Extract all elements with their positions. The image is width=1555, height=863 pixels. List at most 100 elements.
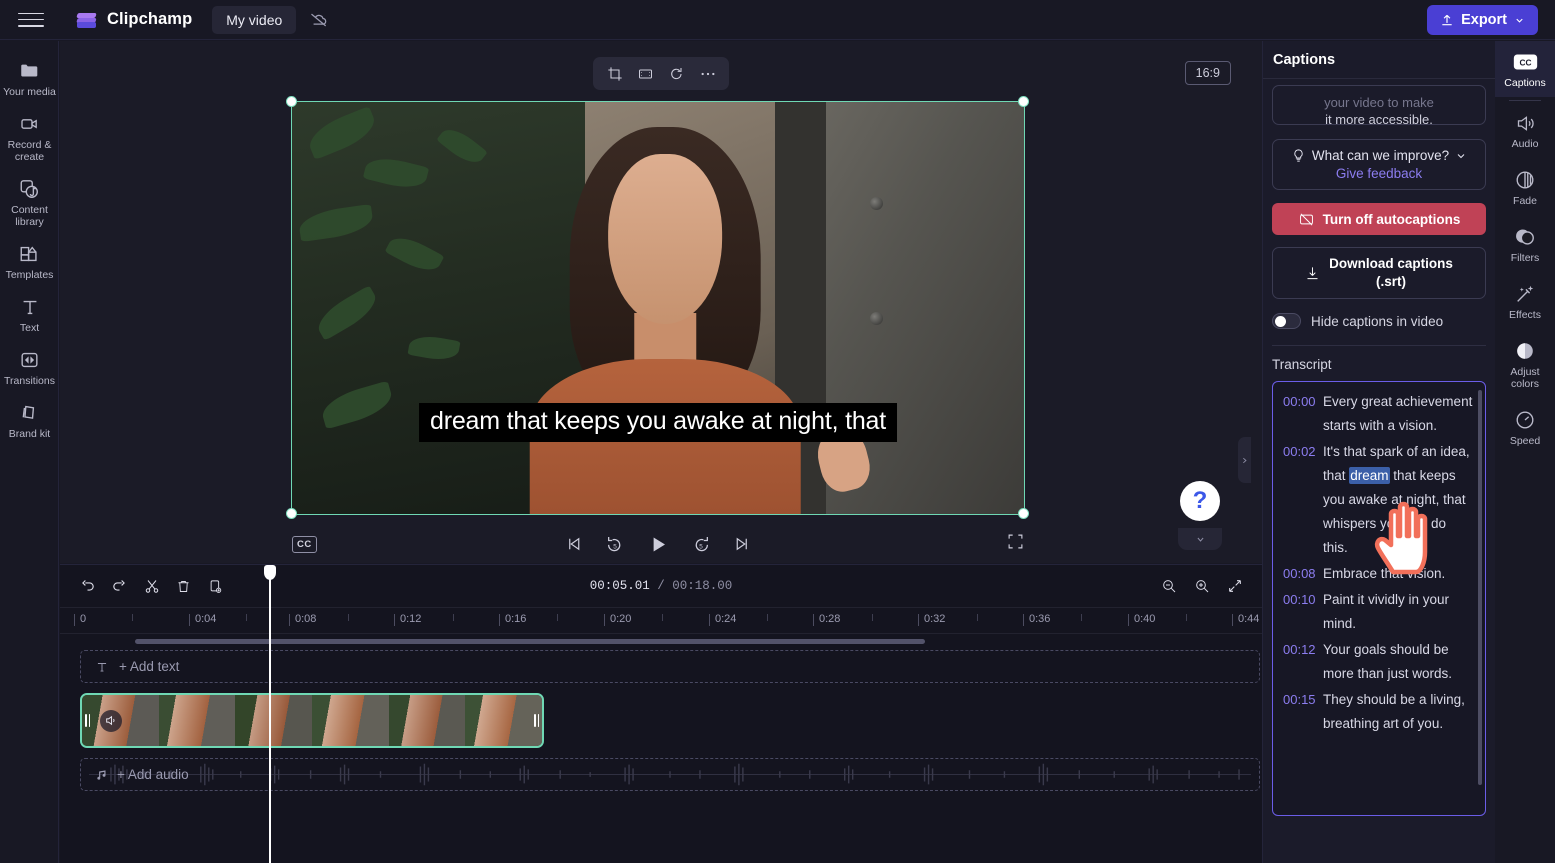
more-options-icon[interactable] xyxy=(694,61,721,86)
resize-handle-top-left[interactable] xyxy=(286,96,297,107)
duplicate-icon[interactable] xyxy=(202,573,229,600)
transcript-row[interactable]: 00:02 It's that spark of an idea, that d… xyxy=(1283,440,1473,560)
playhead-knob[interactable] xyxy=(264,565,276,580)
collapse-preview-tab[interactable] xyxy=(1178,528,1222,550)
delete-icon[interactable] xyxy=(170,573,197,600)
transcript-row[interactable]: 00:12 Your goals should be more than jus… xyxy=(1283,638,1473,686)
cloud-off-icon[interactable] xyxy=(306,7,332,33)
fit-icon[interactable] xyxy=(632,61,659,86)
download-captions-button[interactable]: Download captions (.srt) xyxy=(1272,247,1486,299)
transcript-text[interactable]: Every great achievement starts with a vi… xyxy=(1323,390,1473,438)
skip-to-start-button[interactable] xyxy=(565,535,583,553)
rail-item-audio[interactable]: Audio xyxy=(1495,101,1555,158)
transcript-timestamp: 00:15 xyxy=(1283,692,1316,707)
crop-icon[interactable] xyxy=(601,61,628,86)
rail-label: Effects xyxy=(1509,309,1541,321)
transcript-row[interactable]: 00:15 They should be a living, breathing… xyxy=(1283,688,1473,736)
add-text-track[interactable]: + Add text xyxy=(80,650,1260,683)
sidebar-label: Your media xyxy=(3,86,56,98)
sidebar-label: Templates xyxy=(5,269,54,281)
transcript-row[interactable]: 00:10 Paint it vividly in your mind. xyxy=(1283,588,1473,636)
rail-item-adjust-colors[interactable]: Adjust colors xyxy=(1495,329,1555,398)
video-preview[interactable]: dream that keeps you awake at night, tha… xyxy=(291,101,1025,515)
rail-item-speed[interactable]: Speed xyxy=(1495,398,1555,455)
forward-5s-button[interactable]: 5 xyxy=(692,535,711,554)
transcript-text[interactable]: Embrace that vision. xyxy=(1323,562,1445,586)
chevron-right-icon xyxy=(1243,457,1247,463)
menu-icon[interactable] xyxy=(18,10,44,30)
sidebar-item-transitions[interactable]: Transitions xyxy=(0,340,59,393)
transcript-text[interactable]: It's that spark of an idea, that dream t… xyxy=(1323,440,1473,560)
skip-to-end-button[interactable] xyxy=(734,535,752,553)
clip-thumbnails xyxy=(82,695,542,746)
resize-handle-bottom-right[interactable] xyxy=(1018,508,1029,519)
redo-icon[interactable] xyxy=(106,573,133,600)
rail-label: Speed xyxy=(1509,435,1541,447)
sidebar-item-text[interactable]: Text xyxy=(0,287,59,340)
add-audio-track[interactable]: + Add audio xyxy=(80,758,1260,791)
rail-item-filters[interactable]: Filters xyxy=(1495,215,1555,272)
rewind-5s-button[interactable]: 5 xyxy=(606,535,625,554)
resize-handle-bottom-left[interactable] xyxy=(286,508,297,519)
turn-off-autocaptions-button[interactable]: Turn off autocaptions xyxy=(1272,203,1486,235)
intro-line-2: it more accessible. xyxy=(1325,112,1433,125)
rotate-icon[interactable] xyxy=(663,61,690,86)
add-text-label: + Add text xyxy=(119,659,180,674)
transcript-selected-word[interactable]: dream xyxy=(1349,467,1390,484)
folder-icon xyxy=(2,58,57,83)
split-icon[interactable] xyxy=(138,573,165,600)
export-label: Export xyxy=(1461,12,1507,28)
video-clip[interactable] xyxy=(80,693,544,748)
cc-toggle-button[interactable]: CC xyxy=(292,535,317,553)
give-feedback-link[interactable]: Give feedback xyxy=(1281,166,1477,181)
help-button[interactable]: ? xyxy=(1180,481,1220,521)
transcript-text[interactable]: Your goals should be more than just word… xyxy=(1323,638,1473,686)
timeline-playhead[interactable] xyxy=(264,565,276,863)
clip-trim-handle-right[interactable] xyxy=(531,695,542,746)
fit-timeline-icon[interactable] xyxy=(1221,573,1248,600)
aspect-ratio-badge[interactable]: 16:9 xyxy=(1184,61,1231,85)
transcript-text[interactable]: Paint it vividly in your mind. xyxy=(1323,588,1473,636)
timeline-ruler[interactable]: 0 0:04 0:08 0:12 0:16 0:20 0:24 0:28 0:3… xyxy=(60,608,1262,634)
download-label-1: Download captions xyxy=(1329,256,1453,271)
feedback-card[interactable]: What can we improve? Give feedback xyxy=(1272,139,1486,190)
export-button[interactable]: Export xyxy=(1427,5,1538,35)
undo-icon[interactable] xyxy=(74,573,101,600)
collapse-right-panel-tab[interactable] xyxy=(1238,437,1251,483)
svg-text:5: 5 xyxy=(613,543,617,550)
transcript-row[interactable]: 00:00 Every great achievement starts wit… xyxy=(1283,390,1473,438)
transitions-icon xyxy=(2,347,57,372)
rail-item-fade[interactable]: Fade xyxy=(1495,158,1555,215)
zoom-in-icon[interactable] xyxy=(1188,573,1215,600)
transcript-scrollbar[interactable] xyxy=(1478,390,1482,785)
rail-item-captions[interactable]: CC Captions xyxy=(1495,41,1555,97)
timeline-horizontal-scrollbar[interactable] xyxy=(135,639,925,644)
play-button[interactable] xyxy=(648,534,669,555)
feedback-question: What can we improve? xyxy=(1311,148,1450,163)
top-bar: Clipchamp My video Export xyxy=(0,0,1555,40)
hide-captions-row[interactable]: Hide captions in video xyxy=(1272,313,1486,329)
transcript-row[interactable]: 00:08 Embrace that vision. xyxy=(1283,562,1473,586)
clip-trim-handle-left[interactable] xyxy=(82,695,93,746)
hide-captions-toggle[interactable] xyxy=(1272,313,1301,329)
clip-audio-icon[interactable] xyxy=(100,709,122,732)
sidebar-item-templates[interactable]: Templates xyxy=(0,234,59,287)
ruler-tick: 0:36 xyxy=(1022,613,1051,626)
sidebar-item-your-media[interactable]: Your media xyxy=(0,51,59,104)
rail-item-effects[interactable]: Effects xyxy=(1495,272,1555,329)
rail-label: Filters xyxy=(1510,252,1540,264)
text-icon xyxy=(97,662,107,672)
zoom-out-icon[interactable] xyxy=(1155,573,1182,600)
sidebar-item-record-create[interactable]: Record & create xyxy=(0,104,59,169)
transcript-list[interactable]: 00:00 Every great achievement starts wit… xyxy=(1272,381,1486,816)
resize-handle-top-right[interactable] xyxy=(1018,96,1029,107)
content-library-icon xyxy=(2,176,57,201)
clipchamp-logo-icon xyxy=(76,10,98,30)
fullscreen-button[interactable] xyxy=(1007,533,1024,555)
project-name[interactable]: My video xyxy=(212,5,297,34)
transcript-text[interactable]: They should be a living, breathing art o… xyxy=(1323,688,1473,736)
cc-off-icon xyxy=(1299,213,1313,225)
sidebar-item-content-library[interactable]: Content library xyxy=(0,169,59,234)
brand-logo-group[interactable]: Clipchamp xyxy=(76,10,192,30)
sidebar-item-brand-kit[interactable]: Brand kit xyxy=(0,393,59,446)
